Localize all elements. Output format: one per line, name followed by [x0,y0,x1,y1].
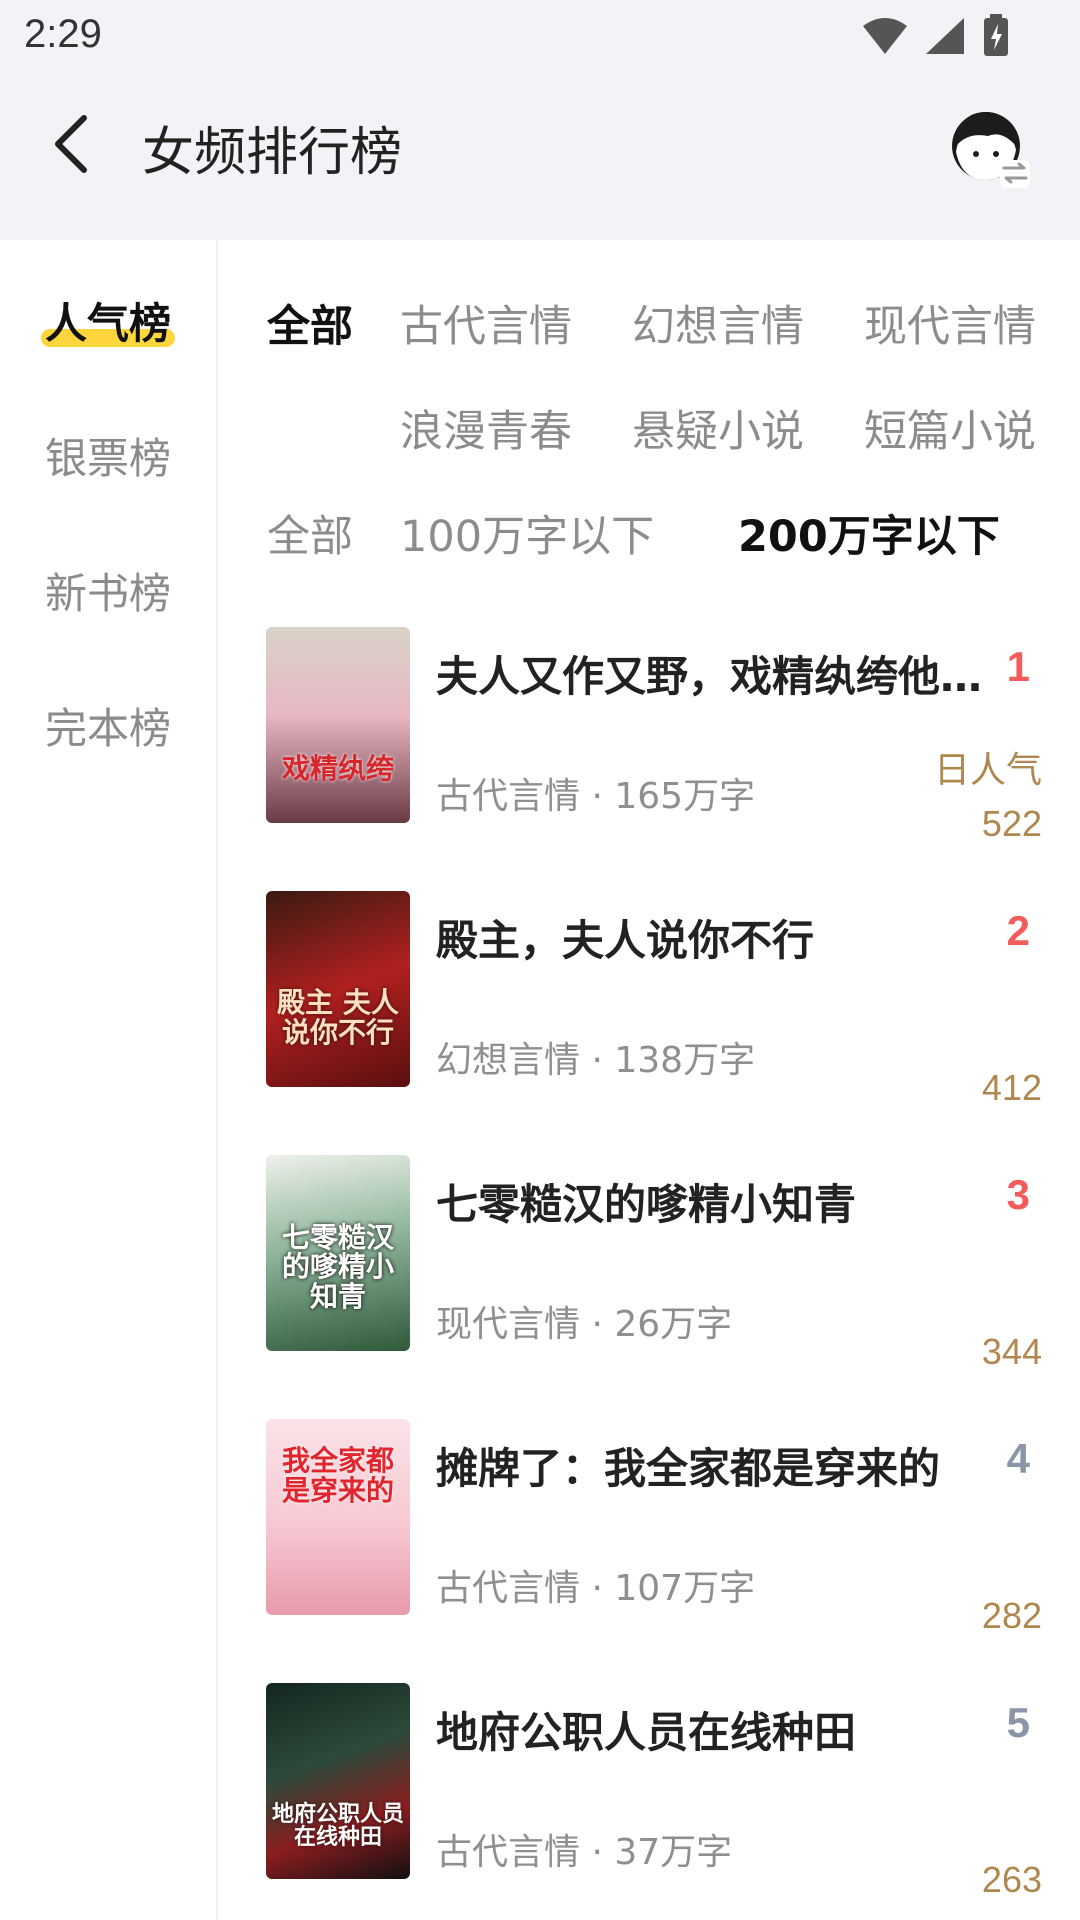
book-cover: 我全家都是穿来的 [266,1419,410,1615]
category-tab-mystery[interactable]: 悬疑小说 [632,397,804,459]
sidebar-item-new-books[interactable]: 新书榜 [0,560,216,621]
book-category: 现代言情 [436,1304,581,1345]
book-list-item[interactable]: 戏精纨绔 夫人又作又野，戏精纨绔他… 1 古代言情 · 165万字 日人气 52… [266,627,1056,844]
sidebar-item-label: 完本榜 [44,704,171,753]
sidebar-item-label: 银票榜 [44,434,171,483]
book-word-count: 107万字 [614,1568,756,1609]
book-cover: 戏精纨绔 [266,627,410,823]
book-list-item[interactable]: 七零糙汉的嗲精小知青 七零糙汉的嗲精小知青 3 现代言情 · 26万字 344 [266,1155,1056,1372]
book-meta: 现代言情 · 26万字 [436,1304,733,1345]
heat-value: 522 [981,803,1042,844]
sidebar-item-label: 人气榜 [40,290,176,351]
sidebar-item-completed[interactable]: 完本榜 [0,695,216,756]
book-category: 古代言情 [436,1832,581,1873]
book-list-item[interactable]: 殿主 夫人说你不行 殿主，夫人说你不行 2 幻想言情 · 138万字 412 [266,891,1056,1108]
book-rank: 2 [1006,907,1030,954]
category-tab-short-story[interactable]: 短篇小说 [864,397,1036,459]
page-title: 女频排行榜 [142,123,403,183]
book-word-count: 26万字 [614,1304,733,1345]
battery-icon [984,14,1008,56]
sidebar-item-silver-ticket[interactable]: 银票榜 [0,425,216,486]
book-list-item[interactable]: 地府公职人员在线种田 地府公职人员在线种田 5 古代言情 · 37万字 263 [266,1683,1056,1900]
book-cover: 七零糙汉的嗲精小知青 [266,1155,410,1351]
book-rank: 1 [1006,643,1030,690]
wifi-icon [863,18,907,54]
book-title: 七零糙汉的嗲精小知青 [436,1180,857,1229]
status-bar: 2:29 [0,0,1080,72]
heat-label: 日人气 [933,750,1042,791]
book-meta: 古代言情 · 37万字 [436,1832,733,1873]
book-meta: 古代言情 · 165万字 [436,776,756,817]
book-category: 古代言情 [436,1568,581,1609]
book-rank: 5 [1006,1699,1030,1746]
sidebar-item-label: 新书榜 [44,569,171,618]
book-list-item[interactable]: 我全家都是穿来的 摊牌了：我全家都是穿来的 4 古代言情 · 107万字 282 [266,1419,1056,1636]
status-icons [862,14,1010,58]
book-meta: 古代言情 · 107万字 [436,1568,756,1609]
book-word-count: 138万字 [614,1040,756,1081]
ranking-sidebar: 人气榜 银票榜 新书榜 完本榜 [0,240,218,1920]
book-rank: 4 [1006,1435,1030,1482]
book-cover: 殿主 夫人说你不行 [266,891,410,1087]
book-title: 夫人又作又野，戏精纨绔他… [436,652,983,701]
switch-gender-button[interactable] [948,106,1032,190]
sidebar-item-popularity[interactable]: 人气榜 [0,290,216,351]
category-tab-modern-romance[interactable]: 现代言情 [864,292,1036,354]
back-button[interactable] [44,108,104,180]
category-tab-ancient-romance[interactable]: 古代言情 [400,292,572,354]
heat-value: 412 [981,1067,1042,1108]
word-filter-all[interactable]: 全部 [267,502,353,564]
word-filter-under-2m[interactable]: 200万字以下 [738,502,1000,564]
status-time: 2:29 [24,12,102,56]
signal-icon [926,18,964,54]
book-word-count: 37万字 [614,1832,733,1873]
heat-value: 263 [981,1859,1042,1900]
category-tab-fantasy-romance[interactable]: 幻想言情 [632,292,804,354]
header: 女频排行榜 [0,72,1080,240]
back-arrow-icon [55,115,87,173]
heat-value: 344 [981,1331,1042,1372]
book-title: 殿主，夫人说你不行 [436,916,815,965]
category-tab-youth[interactable]: 浪漫青春 [400,397,572,459]
category-tab-all[interactable]: 全部 [267,292,353,354]
book-title: 摊牌了：我全家都是穿来的 [436,1444,941,1493]
avatar-switch-icon [952,112,1030,188]
book-meta: 幻想言情 · 138万字 [436,1040,756,1081]
book-rank: 3 [1006,1171,1030,1218]
word-filter-under-1m[interactable]: 100万字以下 [400,502,654,564]
heat-value: 282 [981,1595,1042,1636]
book-category: 幻想言情 [436,1040,581,1081]
book-category: 古代言情 [436,776,581,817]
book-title: 地府公职人员在线种田 [436,1708,857,1757]
book-word-count: 165万字 [614,776,756,817]
book-cover: 地府公职人员在线种田 [266,1683,410,1879]
